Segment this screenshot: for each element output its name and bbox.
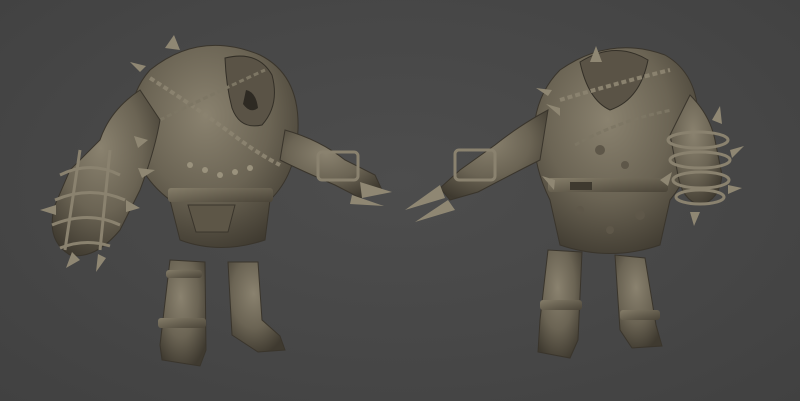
- render-viewport: [0, 0, 800, 401]
- creature-back-view: [405, 46, 744, 359]
- sculpt-render: [40, 35, 744, 367]
- creature-front-view: [40, 35, 392, 367]
